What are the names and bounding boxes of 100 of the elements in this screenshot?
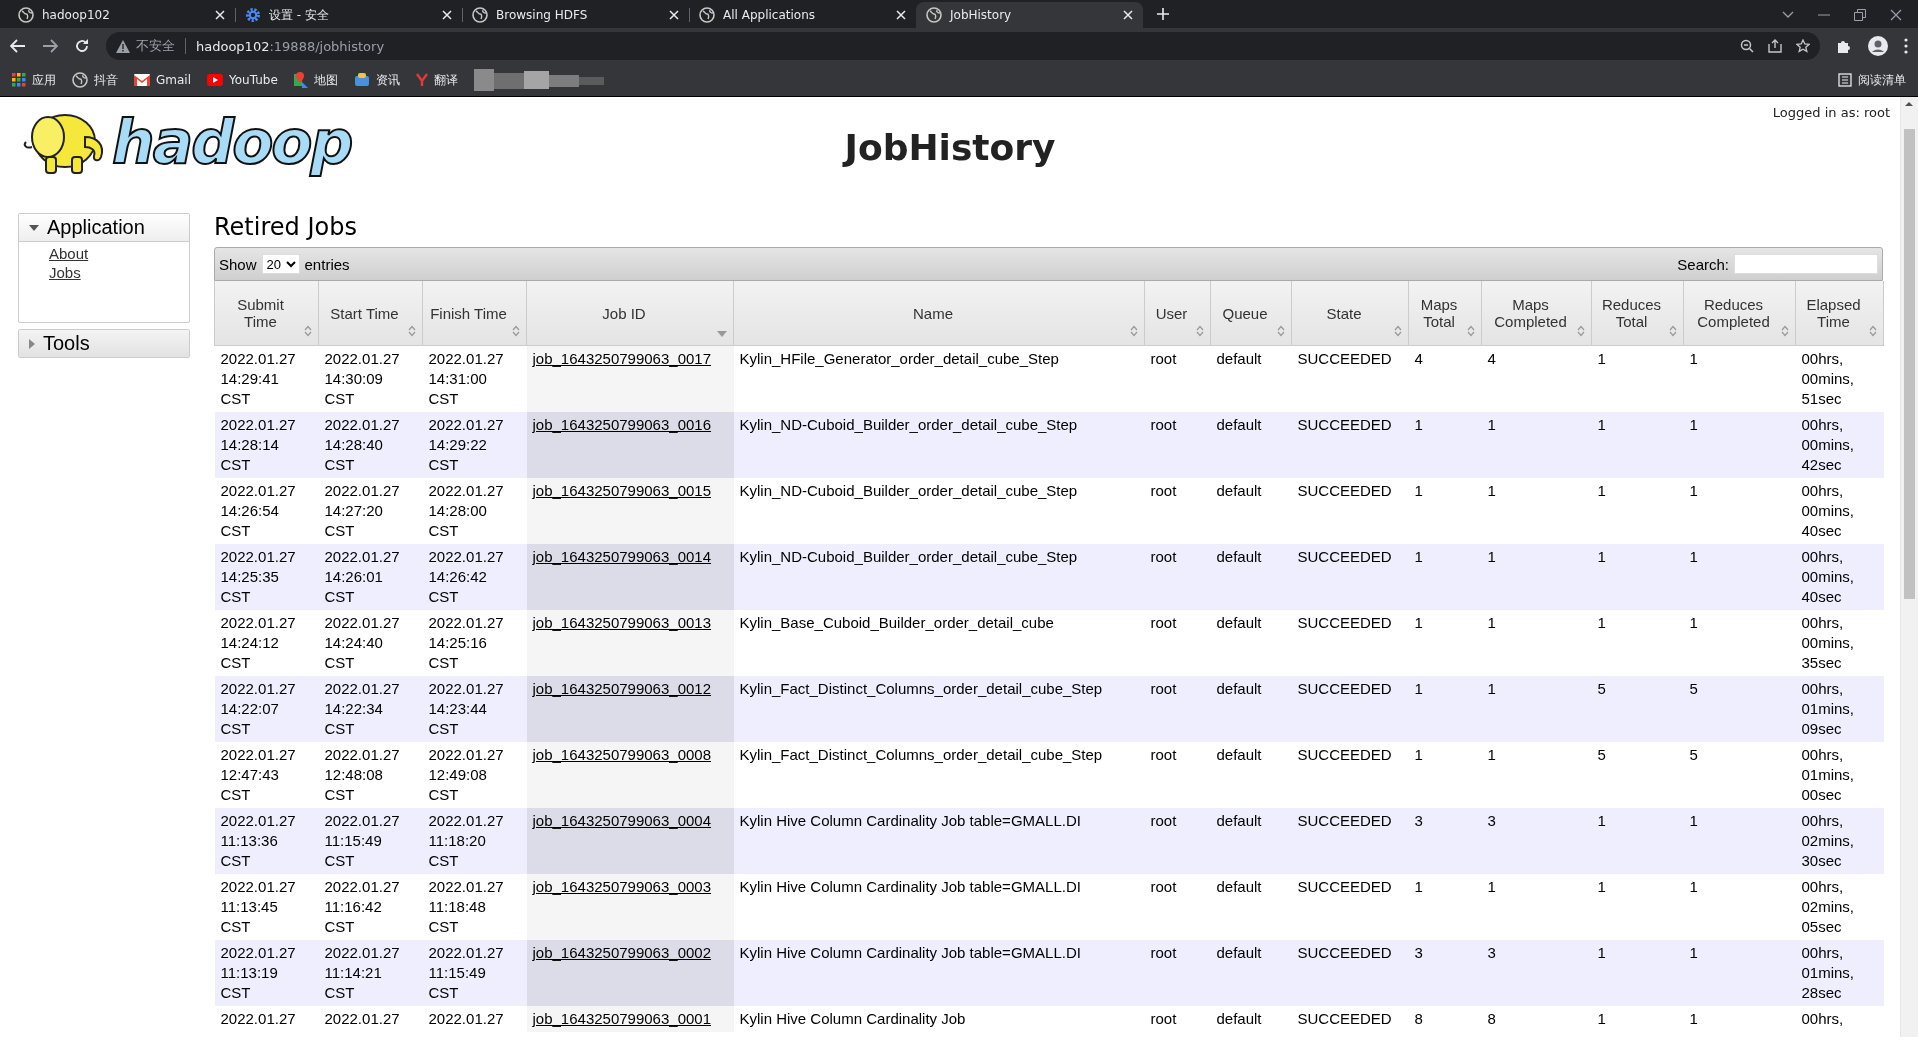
table-cell: Kylin_Fact_Distinct_Columns_order_detail_cube_Step xyxy=(733,742,1145,808)
address-bar[interactable]: 不安全 hadoop102:19888/jobhistory xyxy=(106,32,1820,60)
table-cell: default xyxy=(1210,940,1292,1006)
gear-icon xyxy=(245,7,261,23)
star-icon[interactable] xyxy=(1796,39,1810,53)
chevron-down-icon[interactable] xyxy=(1782,11,1794,19)
table-cell: 1 xyxy=(1481,874,1592,940)
sidebar-section-header[interactable]: Tools xyxy=(19,330,189,357)
play-icon xyxy=(207,74,223,86)
table-cell: 00hrs, xyxy=(1801,1009,1844,1029)
table-cell: 3 xyxy=(1481,808,1592,874)
table-cell: 2022.01.27 11:18:20 CST xyxy=(428,811,504,871)
table-cell: SUCCEEDED xyxy=(1291,345,1409,412)
table-cell: 2022.01.27 11:14:21 CST xyxy=(324,943,400,1003)
column-header[interactable]: State xyxy=(1291,281,1409,346)
table-cell: 1 xyxy=(1408,412,1482,478)
extensions-icon[interactable] xyxy=(1836,38,1852,54)
warning-icon xyxy=(116,39,130,53)
column-header[interactable]: Finish Time xyxy=(422,281,527,346)
column-header[interactable]: Maps Completed xyxy=(1481,281,1592,346)
table-cell: 2022.01.27 14:30:09 CST xyxy=(324,349,400,409)
table-cell: 00hrs, 01mins, 00sec xyxy=(1801,745,1855,805)
sidebar-section-header[interactable]: Application xyxy=(19,214,189,242)
table-cell: default xyxy=(1210,478,1292,544)
column-header[interactable]: Reduces Completed xyxy=(1683,281,1796,346)
menu-icon[interactable] xyxy=(1904,38,1908,54)
table-cell: 2022.01.27 14:29:22 CST xyxy=(428,415,504,475)
table-cell: Kylin Hive Column Cardinality Job xyxy=(733,1006,1145,1032)
sort-icon xyxy=(512,325,520,337)
table-cell: 1 xyxy=(1408,478,1482,544)
table-cell: root xyxy=(1144,478,1211,544)
scrollbar-thumb[interactable] xyxy=(1904,129,1915,599)
restore-icon[interactable] xyxy=(1854,9,1866,21)
search-field[interactable] xyxy=(1734,254,1878,274)
bookmark[interactable]: 资讯 xyxy=(353,71,400,89)
bookmark[interactable]: YouTube xyxy=(207,73,278,87)
sort-icon xyxy=(1277,325,1285,337)
zoom-icon[interactable] xyxy=(1740,39,1754,53)
table-cell: 2022.01.27 14:28:14 CST xyxy=(220,415,296,475)
column-header[interactable]: Start Time xyxy=(318,281,423,346)
browser-tab[interactable]: All Applications xyxy=(689,2,916,28)
reload-icon[interactable] xyxy=(74,38,90,54)
sidebar-link[interactable]: About xyxy=(49,244,89,263)
table-cell: default xyxy=(1210,874,1292,940)
reading-list-button[interactable]: 阅读清单 xyxy=(1838,71,1906,89)
bookmark[interactable]: 应用 xyxy=(12,71,56,89)
column-header[interactable]: Job ID xyxy=(526,281,734,346)
table-cell: 2022.01.27 11:15:49 CST xyxy=(428,943,504,1003)
table-cell: 1 xyxy=(1591,610,1684,676)
sort-icon xyxy=(1467,325,1475,337)
browser-tab[interactable]: hadoop102 xyxy=(8,2,235,28)
table-cell: SUCCEEDED xyxy=(1291,478,1409,544)
translate-icon xyxy=(415,73,428,87)
bookmark[interactable]: 翻译 xyxy=(415,71,458,89)
new-tab-icon[interactable] xyxy=(1157,8,1169,20)
browser-tab[interactable]: 设置 - 安全 xyxy=(235,2,462,28)
avatar-icon[interactable] xyxy=(1868,36,1888,56)
sidebar-link[interactable]: Jobs xyxy=(49,263,81,282)
close-icon[interactable] xyxy=(1890,9,1902,21)
table-cell: 1 xyxy=(1591,412,1684,478)
table-cell: 2022.01.27 11:13:45 CST xyxy=(220,877,296,937)
table-cell: 5 xyxy=(1683,742,1796,808)
column-header[interactable]: Submit Time xyxy=(214,281,319,346)
bookmark[interactable]: Gmail xyxy=(134,73,191,87)
page-title: JobHistory xyxy=(844,127,1056,168)
share-icon[interactable] xyxy=(1768,39,1782,53)
column-header[interactable]: Maps Total xyxy=(1408,281,1482,346)
reading-list-icon xyxy=(1838,73,1852,87)
entries-select[interactable]: 20 xyxy=(261,254,300,274)
security-label: 不安全 xyxy=(136,37,175,55)
map-pin-icon xyxy=(293,72,308,88)
bookmark[interactable]: 抖音 xyxy=(72,71,118,89)
table-cell: 2022.01.27 11:16:42 CST xyxy=(324,877,400,937)
scrollbar[interactable] xyxy=(1900,97,1918,1037)
table-cell: 2022.01.27 14:24:40 CST xyxy=(324,613,400,673)
table-cell: 00hrs, 02mins, 05sec xyxy=(1801,877,1855,937)
column-header[interactable]: Elapsed Time xyxy=(1795,281,1884,346)
table-cell: default xyxy=(1210,742,1292,808)
table-cell: Kylin_Fact_Distinct_Columns_order_detail_cube_Step xyxy=(733,676,1145,742)
back-icon[interactable] xyxy=(10,39,26,53)
bookmark[interactable]: 地图 xyxy=(293,71,338,89)
table-cell: 2022.01.27 11:18:48 CST xyxy=(428,877,504,937)
table-cell: 2022.01.27 14:28:00 CST xyxy=(428,481,504,541)
column-header[interactable]: Name xyxy=(733,281,1145,346)
browser-tab[interactable]: Browsing HDFS xyxy=(462,2,689,28)
table-cell: 2022.01.27 14:26:42 CST xyxy=(428,547,504,607)
sort-icon xyxy=(408,325,416,337)
column-header[interactable]: Queue xyxy=(1210,281,1292,346)
table-cell: root xyxy=(1144,544,1211,610)
forward-icon[interactable] xyxy=(42,39,58,53)
table-cell: 1 xyxy=(1408,676,1482,742)
sort-icon xyxy=(304,325,312,337)
table-cell: 1 xyxy=(1591,940,1684,1006)
caret-right-icon xyxy=(29,338,35,349)
table-cell: SUCCEEDED xyxy=(1291,808,1409,874)
column-header[interactable]: Reduces Total xyxy=(1591,281,1684,346)
table-cell: 2022.01.27 14:24:12 CST xyxy=(220,613,296,673)
column-header[interactable]: User xyxy=(1144,281,1211,346)
table-cell: root xyxy=(1144,345,1211,412)
browser-tab[interactable]: JobHistory xyxy=(916,2,1143,28)
